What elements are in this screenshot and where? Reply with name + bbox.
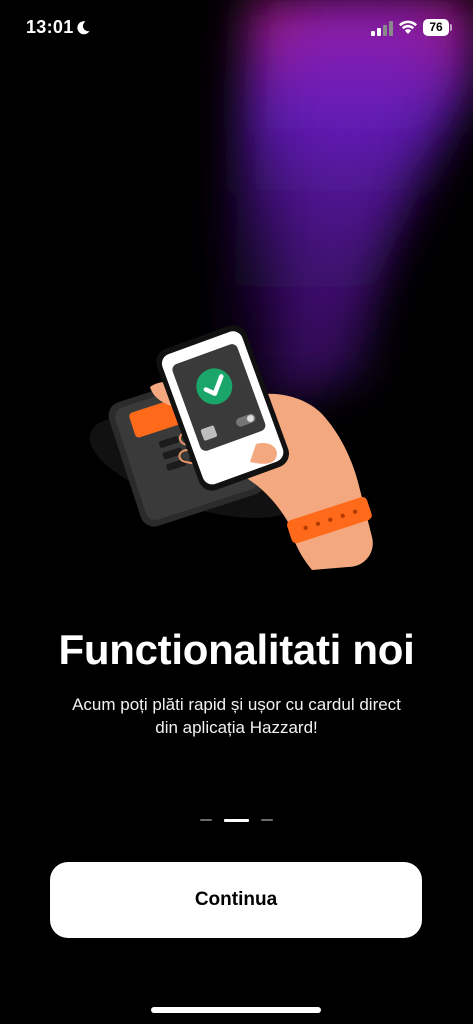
moon-icon <box>77 21 90 35</box>
page-indicator-dot <box>261 819 273 821</box>
continue-button[interactable]: Continua <box>50 862 422 938</box>
page-title: Functionalitati noi <box>58 626 415 673</box>
status-time: 13:01 <box>26 17 74 37</box>
page-indicator-dot-active <box>224 818 249 822</box>
wifi-icon <box>399 20 417 34</box>
page-indicator-dot <box>200 819 212 821</box>
battery-level: 76 <box>429 20 443 34</box>
page-subtitle: Acum poți plăti rapid și ușor cu cardul … <box>72 695 401 737</box>
page-indicator <box>0 818 473 822</box>
signal-icon <box>371 21 393 36</box>
payment-illustration <box>89 325 373 570</box>
battery-icon: 76 <box>423 19 453 36</box>
status-bar: 13:01 76 <box>0 0 473 56</box>
home-indicator[interactable] <box>151 1007 321 1013</box>
